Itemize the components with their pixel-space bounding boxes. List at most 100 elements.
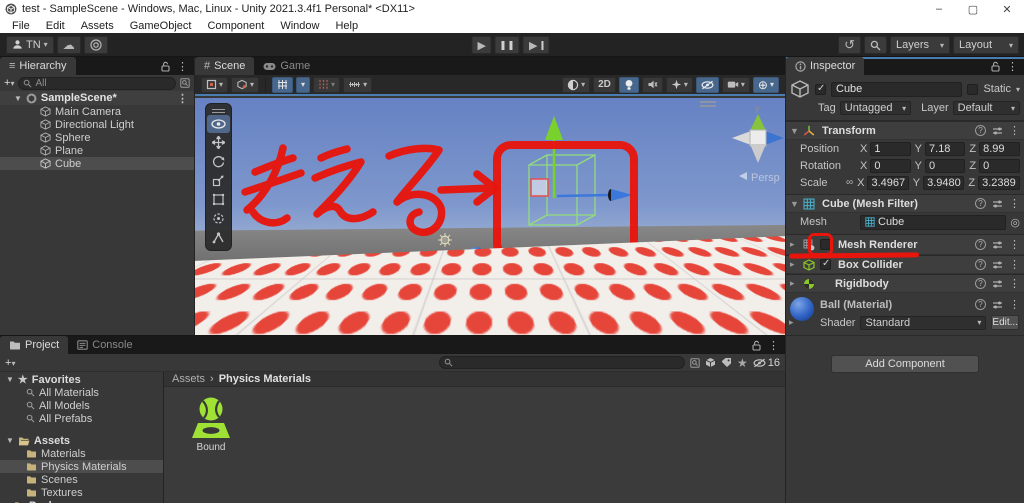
play-button[interactable]: ▶ xyxy=(471,36,492,54)
rotation-x-field[interactable]: 0 xyxy=(870,158,911,173)
breadcrumb-assets[interactable]: Assets xyxy=(172,373,205,385)
static-checkbox[interactable] xyxy=(967,83,979,95)
foldout-open-icon[interactable]: ▼ xyxy=(14,94,22,103)
tab-scene[interactable]: # Scene xyxy=(195,57,255,75)
hierarchy-search-input[interactable] xyxy=(35,77,171,89)
folder-scenes[interactable]: Scenes xyxy=(0,473,163,486)
lock-icon[interactable] xyxy=(161,61,170,72)
account-button[interactable]: TN ▾ xyxy=(6,35,54,54)
shader-edit-button[interactable]: Edit... xyxy=(991,315,1019,330)
rect-tool-button[interactable] xyxy=(207,191,230,209)
favorite-all-prefabs[interactable]: All Prefabs xyxy=(0,412,163,425)
scene-audio-toggle[interactable] xyxy=(641,76,663,93)
asset-grid[interactable]: Bound xyxy=(164,387,785,503)
asset-bound[interactable]: Bound xyxy=(182,395,240,453)
scale-tool-button[interactable] xyxy=(207,172,230,190)
rotation-z-field[interactable]: 0 xyxy=(979,158,1021,173)
add-component-button[interactable]: Add Component xyxy=(831,355,979,373)
layer-dropdown[interactable]: Default ▾ xyxy=(952,101,1020,115)
presets-icon[interactable] xyxy=(992,300,1003,310)
position-x-field[interactable]: 1 xyxy=(870,141,911,156)
help-icon[interactable]: ? xyxy=(975,299,986,310)
box-collider-enabled-checkbox[interactable] xyxy=(820,258,831,270)
object-picker-icon[interactable]: ◎ xyxy=(1010,216,1020,229)
menu-component[interactable]: Component xyxy=(199,20,272,32)
hierarchy-item-main-camera[interactable]: Main Camera xyxy=(0,105,194,118)
panel-menu-icon[interactable]: ⋮ xyxy=(1007,60,1018,73)
foldout-open-icon[interactable]: ▼ xyxy=(6,375,14,384)
rotate-tool-button[interactable] xyxy=(207,153,230,171)
shader-dropdown[interactable]: Standard ▾ xyxy=(860,315,987,330)
lock-icon[interactable] xyxy=(991,61,1000,72)
foldout-closed-icon[interactable]: ▸ xyxy=(790,239,798,250)
breadcrumb-current[interactable]: Physics Materials xyxy=(219,373,311,385)
add-asset-button[interactable]: +▾ xyxy=(5,357,15,369)
mesh-object-field[interactable]: Cube xyxy=(860,214,1007,230)
menu-help[interactable]: Help xyxy=(327,20,366,32)
label-tag-icon[interactable] xyxy=(721,357,732,368)
foldout-open-icon[interactable]: ▼ xyxy=(790,126,799,136)
help-icon[interactable]: ? xyxy=(975,259,986,270)
component-menu-icon[interactable]: ⋮ xyxy=(1009,124,1020,137)
transform-component-header[interactable]: ▼ Transform ? ⋮ xyxy=(786,121,1024,140)
presets-icon[interactable] xyxy=(992,260,1003,270)
undo-history-button[interactable]: ↺ xyxy=(838,36,861,54)
panel-menu-icon[interactable]: ⋮ xyxy=(768,339,779,352)
tab-project[interactable]: Project xyxy=(0,336,69,354)
search-window-icon[interactable] xyxy=(180,78,190,88)
rigidbody-component-header[interactable]: ▸ Rigidbody ? ⋮ xyxy=(786,274,1024,293)
menu-window[interactable]: Window xyxy=(272,20,327,32)
tab-console[interactable]: Console xyxy=(68,336,141,354)
tool-handle-position-button[interactable]: ▾ xyxy=(201,76,229,93)
add-object-button[interactable]: +▾ xyxy=(4,77,14,89)
presets-icon[interactable] xyxy=(992,199,1003,209)
lock-icon[interactable] xyxy=(752,340,761,351)
scale-y-field[interactable]: 3.9480 xyxy=(923,175,965,190)
hierarchy-item-cube[interactable]: Cube xyxy=(0,157,194,170)
layers-dropdown[interactable]: Layers ▾ xyxy=(890,36,950,54)
pause-button[interactable] xyxy=(494,36,520,54)
orientation-gizmo[interactable]: y z Persp xyxy=(700,101,785,184)
presets-icon[interactable] xyxy=(992,240,1003,250)
foldout-closed-icon[interactable]: ▸ xyxy=(790,259,798,270)
scene-camera-dropdown[interactable]: ▾ xyxy=(721,76,750,93)
view-tool-button[interactable] xyxy=(207,114,230,133)
presets-icon[interactable] xyxy=(992,126,1003,136)
component-menu-icon[interactable]: ⋮ xyxy=(1009,298,1020,311)
tag-dropdown[interactable]: Untagged ▾ xyxy=(839,101,912,115)
packages-root[interactable]: ▸ Packages xyxy=(0,499,163,503)
shading-mode-dropdown[interactable]: ▾ xyxy=(562,76,591,93)
scene-visibility-toggle[interactable] xyxy=(695,76,719,93)
hierarchy-item-directional-light[interactable]: Directional Light xyxy=(0,118,194,131)
panel-menu-icon[interactable]: ⋮ xyxy=(177,60,188,73)
hierarchy-scene-root[interactable]: ▼ SampleScene* ⋮ xyxy=(0,91,194,105)
gizmos-dropdown[interactable]: ⊕ ▾ xyxy=(752,76,779,93)
search-window-icon[interactable] xyxy=(690,357,700,368)
custom-tool-button[interactable] xyxy=(207,229,230,247)
foldout-closed-icon[interactable]: ▸ xyxy=(790,278,798,289)
transform-tool-button[interactable] xyxy=(207,210,230,228)
2d-toggle[interactable]: 2D xyxy=(593,76,616,93)
component-menu-icon[interactable]: ⋮ xyxy=(1009,197,1020,210)
rotation-y-field[interactable]: 0 xyxy=(925,158,966,173)
menu-assets[interactable]: Assets xyxy=(73,20,122,32)
folder-materials[interactable]: Materials xyxy=(0,447,163,460)
box-collider-component-header[interactable]: ▸ Box Collider ? ⋮ xyxy=(786,255,1024,274)
hierarchy-item-sphere[interactable]: Sphere xyxy=(0,131,194,144)
cloud-services-button[interactable]: ☁ xyxy=(56,35,81,54)
component-menu-icon[interactable]: ⋮ xyxy=(1009,258,1020,271)
folder-textures[interactable]: Textures xyxy=(0,486,163,499)
static-dropdown-icon[interactable]: ▾ xyxy=(1016,85,1020,94)
link-icon[interactable]: ∞ xyxy=(846,177,853,188)
close-button[interactable]: ✕ xyxy=(990,0,1024,18)
presets-icon[interactable] xyxy=(992,279,1003,289)
folder-physics-materials[interactable]: Physics Materials xyxy=(0,460,163,473)
component-menu-icon[interactable]: ⋮ xyxy=(1009,238,1020,251)
hierarchy-search[interactable] xyxy=(18,76,176,90)
grid-size-button[interactable]: ▾ xyxy=(343,76,373,93)
plastic-scm-button[interactable] xyxy=(83,35,108,54)
search-everything-button[interactable] xyxy=(864,36,887,54)
favorites-header[interactable]: ▼ ★ Favorites xyxy=(0,373,163,387)
minimize-button[interactable]: – xyxy=(922,0,956,18)
scale-x-field[interactable]: 3.4967 xyxy=(867,175,909,190)
